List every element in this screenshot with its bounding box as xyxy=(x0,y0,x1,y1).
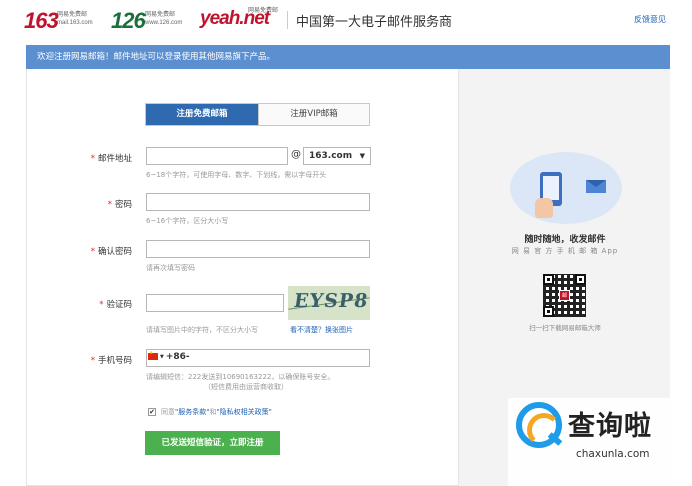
agreement-row: ✔ 同意"服务条款"和"隐私权相关政策" xyxy=(148,407,272,417)
domain-select-value: 163.com xyxy=(309,151,353,161)
logo-126-url: www.126.com xyxy=(145,20,183,26)
hand-icon xyxy=(535,198,553,218)
app-promo-title: 随时随地，收发邮件 xyxy=(524,235,606,245)
captcha-label: * 验证码 xyxy=(0,298,132,310)
required-mark: * xyxy=(90,247,95,257)
header-slogan: 中国第一大电子邮件服务商 xyxy=(296,15,453,30)
registration-tabs: 注册免费邮箱 注册VIP邮箱 xyxy=(145,103,370,126)
logo-126[interactable]: 126 网易免费邮 www.126.com xyxy=(111,8,182,34)
logo-163-sub: 网易免费邮 xyxy=(57,12,88,18)
logo-126-sub: 网易免费邮 xyxy=(145,12,176,18)
captcha-label-text: 验证码 xyxy=(106,300,132,310)
captcha-field[interactable] xyxy=(146,294,284,312)
tab-vip-mail[interactable]: 注册VIP邮箱 xyxy=(258,104,369,125)
watermark-url: chaxunla.com xyxy=(576,448,650,460)
confirm-password-label: * 确认密码 xyxy=(0,245,132,257)
phone-label-text: 手机号码 xyxy=(97,356,132,366)
china-flag-icon xyxy=(148,350,158,360)
feedback-link[interactable]: 反馈意见 xyxy=(634,14,666,25)
email-label: * 邮件地址 xyxy=(0,152,132,164)
logo-163[interactable]: 163 网易免费邮 mail.163.com xyxy=(24,8,93,34)
welcome-banner: 欢迎注册网易邮箱！邮件地址可以登录使用其他网易旗下产品。 xyxy=(26,45,670,69)
email-hint: 6~18个字符，可使用字母、数字、下划线，需以字母开头 xyxy=(146,171,327,179)
logo-163-text: 163 xyxy=(24,8,59,33)
qr-corner xyxy=(575,274,586,285)
captcha-hint: 请填写图片中的字符，不区分大小写 xyxy=(146,326,258,334)
qr-corner xyxy=(543,306,554,317)
password-field[interactable] xyxy=(146,193,370,211)
envelope-icon xyxy=(586,180,606,193)
phone-fee-note: （短信费用由运营商收取） xyxy=(204,383,288,391)
top-bar: 163 网易免费邮 mail.163.com 126 网易免费邮 www.126… xyxy=(0,0,692,40)
register-button[interactable]: 已发送短信验证，立即注册 xyxy=(145,431,280,455)
confirm-password-hint: 请再次填写密码 xyxy=(146,264,195,272)
app-promo-subtitle: 网 易 官 方 手 机 邮 箱 App xyxy=(511,247,619,255)
terms-link[interactable]: "服务条款" xyxy=(175,408,209,416)
header-divider xyxy=(287,11,288,29)
logo-yeah-sub: 网易免费邮 xyxy=(248,8,279,14)
password-label-text: 密码 xyxy=(114,200,132,210)
domain-select[interactable]: 163.com ▼ xyxy=(303,147,371,165)
privacy-link[interactable]: "隐私权相关政策" xyxy=(216,408,271,416)
confirm-password-label-text: 确认密码 xyxy=(97,247,132,257)
country-code-select[interactable]: ▼+86- xyxy=(148,350,190,362)
qr-corner xyxy=(543,274,554,285)
logo-126-text: 126 xyxy=(111,8,146,33)
country-code-value: +86- xyxy=(165,352,190,362)
required-mark: * xyxy=(90,356,95,366)
phone-screen xyxy=(543,176,559,200)
tab-free-mail[interactable]: 注册免费邮箱 xyxy=(146,104,258,125)
password-label: * 密码 xyxy=(0,198,132,210)
chevron-down-icon: ▼ xyxy=(160,353,164,360)
password-hint: 6~16个字符，区分大小写 xyxy=(146,217,229,225)
email-field[interactable] xyxy=(146,147,288,165)
phone-label: * 手机号码 xyxy=(0,354,132,366)
agreement-text: 同意 xyxy=(161,408,175,416)
qr-logo-icon: 邮 xyxy=(559,290,570,301)
captcha-image[interactable]: EYSP8 xyxy=(288,286,370,320)
at-sign: @ xyxy=(291,149,301,160)
logo-163-url: mail.163.com xyxy=(57,20,93,26)
chevron-down-icon: ▼ xyxy=(359,152,365,160)
phone-hint: 请编辑短信：222发送到10690163222，以确保账号安全。 xyxy=(146,373,335,381)
required-mark: * xyxy=(90,154,95,164)
captcha-image-text: EYSP8 xyxy=(292,290,370,312)
required-mark: * xyxy=(99,300,104,310)
logo-yeah[interactable]: yeah.net 网易免费邮 xyxy=(200,8,278,30)
captcha-refresh-link[interactable]: 看不清楚？换张图片 xyxy=(290,325,353,335)
watermark-text: 查询啦 xyxy=(568,411,652,442)
qr-caption: 扫一扫下载网易邮箱大师 xyxy=(529,324,601,332)
email-label-text: 邮件地址 xyxy=(97,154,132,164)
confirm-password-field[interactable] xyxy=(146,240,370,258)
agreement-checkbox[interactable]: ✔ xyxy=(148,408,156,416)
required-mark: * xyxy=(107,200,112,210)
